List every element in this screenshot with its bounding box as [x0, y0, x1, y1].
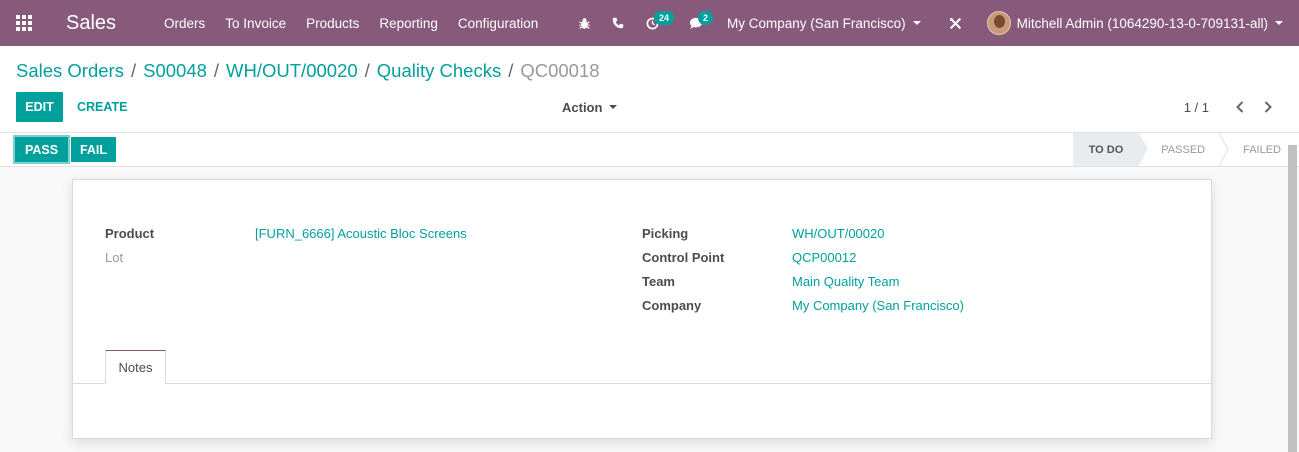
field-value-picking[interactable]: WH/OUT/00020: [792, 226, 884, 241]
field-label-company: Company: [642, 298, 702, 313]
company-switcher[interactable]: My Company (San Francisco): [727, 16, 921, 31]
field-value-control-point[interactable]: QCP00012: [792, 250, 856, 265]
breadcrumb-sale-order[interactable]: S00048: [143, 60, 207, 82]
field-value-team[interactable]: Main Quality Team: [792, 274, 899, 289]
field-label-team: Team: [642, 274, 675, 289]
stage-label: TO DO: [1088, 143, 1124, 156]
action-dropdown[interactable]: Action: [562, 92, 618, 122]
chevron-down-icon: [912, 21, 921, 25]
menu-item-reporting[interactable]: Reporting: [379, 16, 438, 31]
fail-button[interactable]: FAIL: [71, 137, 116, 162]
menu-item-products[interactable]: Products: [306, 16, 359, 31]
breadcrumb-separator: /: [213, 60, 220, 81]
menu-item-to-invoice[interactable]: To Invoice: [225, 16, 286, 31]
field-label-picking: Picking: [642, 226, 689, 241]
previous-icon[interactable]: [1233, 92, 1247, 122]
stage-passed[interactable]: PASSED: [1139, 133, 1229, 166]
company-name: My Company (San Francisco): [727, 15, 906, 31]
field-label-control-point: Control Point: [642, 250, 725, 265]
stage-label: FAILED: [1243, 143, 1281, 156]
edit-button[interactable]: EDIT: [16, 92, 63, 122]
create-button[interactable]: CREATE: [77, 92, 127, 122]
breadcrumb-current: QC00018: [520, 60, 600, 81]
user-name: Mitchell Admin (1064290-13-0-709131-all): [1016, 15, 1268, 31]
stage-failed[interactable]: FAILED: [1221, 133, 1285, 166]
field-label-lot: Lot: [105, 250, 124, 265]
avatar: [986, 11, 1011, 35]
breadcrumb-picking[interactable]: WH/OUT/00020: [226, 60, 358, 82]
activity-count-badge: 24: [654, 11, 675, 25]
breadcrumb-separator: /: [130, 60, 137, 81]
debug-tools-icon[interactable]: [939, 0, 973, 46]
scrollbar[interactable]: [1288, 145, 1297, 452]
apps-menu-icon[interactable]: [0, 0, 48, 46]
message-count-badge: 2: [698, 11, 714, 25]
action-label: Action: [562, 99, 603, 115]
field-value-company[interactable]: My Company (San Francisco): [792, 298, 964, 313]
top-navbar: Sales Orders To Invoice Products Reporti…: [0, 0, 1299, 46]
tab-notes[interactable]: Notes: [105, 350, 166, 384]
form-sheet: Product [FURN_6666] Acoustic Bloc Screen…: [72, 179, 1212, 439]
notebook-tabs: Notes: [73, 350, 1211, 384]
chevron-down-icon: [1275, 21, 1283, 25]
menu-item-configuration[interactable]: Configuration: [458, 16, 538, 31]
chevron-down-icon: [609, 105, 618, 109]
activity-clock-icon[interactable]: 24: [635, 0, 675, 46]
pager-value[interactable]: 1 / 1: [1184, 92, 1209, 122]
breadcrumb-sales-orders[interactable]: Sales Orders: [16, 60, 124, 82]
menu-item-orders[interactable]: Orders: [164, 16, 205, 31]
field-label-product: Product: [105, 226, 155, 241]
stage-label: PASSED: [1161, 143, 1206, 156]
next-icon[interactable]: [1261, 92, 1275, 122]
breadcrumb-quality-checks[interactable]: Quality Checks: [377, 60, 501, 82]
stage-pipeline: TO DO PASSED FAILED: [1072, 133, 1285, 166]
messages-icon[interactable]: 2: [679, 0, 714, 46]
bug-icon[interactable]: [567, 0, 601, 46]
user-menu[interactable]: Mitchell Admin (1064290-13-0-709131-all): [986, 11, 1283, 35]
breadcrumb: Sales Orders / S00048 / WH/OUT/00020 / Q…: [16, 60, 600, 82]
stage-to-do[interactable]: TO DO: [1072, 133, 1148, 166]
control-panel: Sales Orders / S00048 / WH/OUT/00020 / Q…: [0, 46, 1299, 133]
breadcrumb-separator: /: [508, 60, 514, 81]
pass-button[interactable]: PASS: [15, 137, 68, 162]
field-value-product[interactable]: [FURN_6666] Acoustic Bloc Screens: [255, 226, 467, 241]
app-name[interactable]: Sales: [66, 12, 116, 35]
breadcrumb-separator: /: [364, 60, 370, 81]
phone-icon[interactable]: [601, 0, 635, 46]
status-bar: PASS FAIL TO DO PASSED FAILED: [0, 133, 1299, 167]
